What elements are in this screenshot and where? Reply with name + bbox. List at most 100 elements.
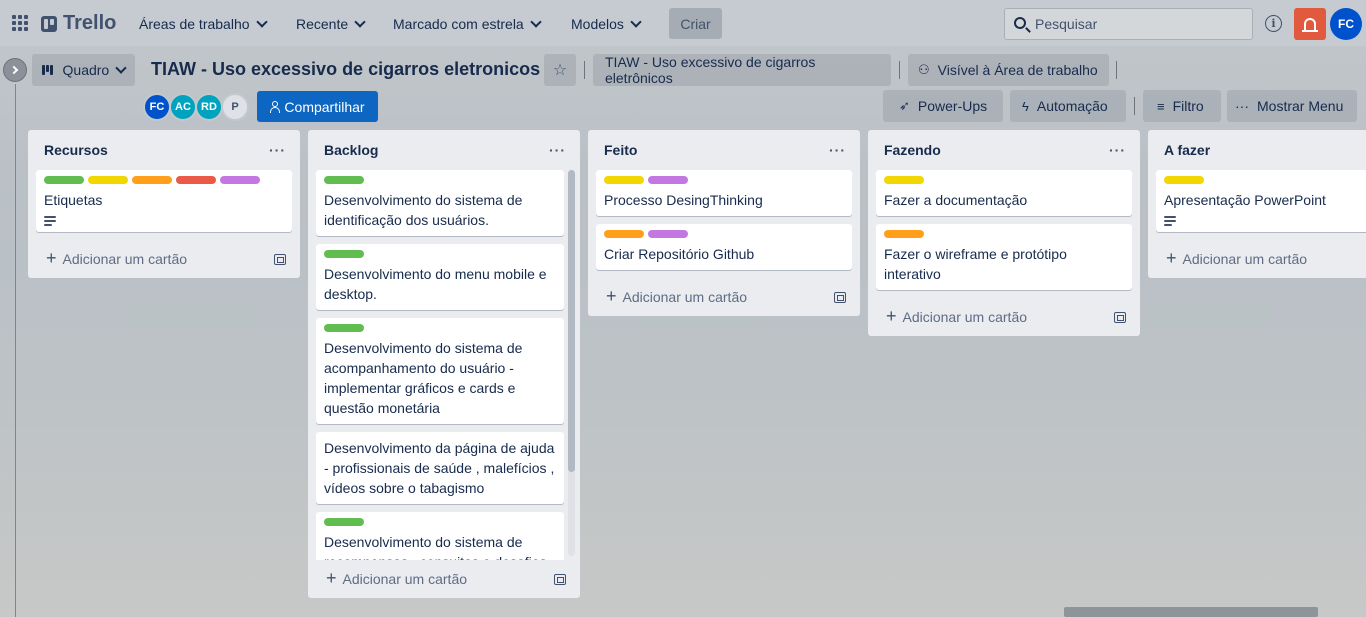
board-icon (42, 65, 55, 75)
card-title: Apresentação PowerPoint (1164, 192, 1326, 208)
card[interactable]: Apresentação PowerPoint (1156, 170, 1366, 232)
card[interactable]: Fazer o wireframe e protótipo interativo (876, 224, 1132, 290)
label-green[interactable] (324, 176, 364, 184)
label-yellow[interactable] (88, 176, 128, 184)
label-green[interactable] (324, 518, 364, 526)
card-template-icon[interactable] (1114, 311, 1126, 323)
share-button[interactable]: Compartilhar (257, 91, 378, 122)
menu-recent-label: Recente (296, 16, 349, 32)
rocket-icon: ➶ (899, 98, 910, 113)
list-title[interactable]: Recursos (44, 142, 108, 158)
list-title[interactable]: Backlog (324, 142, 378, 158)
label-green[interactable] (324, 250, 364, 258)
app-switcher-icon[interactable] (12, 15, 28, 31)
user-avatar[interactable]: FC (1330, 8, 1362, 40)
member-avatar[interactable]: FC (143, 93, 171, 121)
add-card-button[interactable]: + Adicionar um cartão (326, 568, 467, 589)
card-template-icon[interactable] (274, 253, 286, 265)
add-card-row: + Adicionar um cartão (308, 560, 580, 598)
member-avatar[interactable]: RD (195, 93, 223, 121)
share-label: Compartilhar (284, 98, 365, 115)
add-card-row: + Adicionar um cartão (868, 298, 1140, 336)
card-template-icon[interactable] (554, 573, 566, 585)
card-title: Fazer a documentação (884, 192, 1028, 208)
card[interactable]: Criar Repositório Github (596, 224, 852, 270)
label-yellow[interactable] (884, 176, 924, 184)
add-card-button[interactable]: + Adicionar um cartão (886, 306, 1028, 327)
visibility-button[interactable]: ⚇ Visível à Área de trabalho (908, 54, 1109, 86)
list-menu-icon[interactable]: ··· (1109, 142, 1126, 158)
label-orange[interactable] (604, 230, 644, 238)
notifications-button[interactable] (1294, 8, 1326, 40)
list-title[interactable]: A fazer (1164, 142, 1210, 158)
list-menu-icon[interactable]: ··· (829, 142, 846, 158)
member-avatar[interactable]: AC (169, 93, 197, 121)
card[interactable]: Desenvolvimento da página de ajuda - pro… (316, 432, 564, 504)
board-horizontal-scrollbar[interactable] (1064, 607, 1318, 617)
add-card-button[interactable]: + Adicionar um cartão (46, 247, 188, 269)
backlog-cards[interactable]: Desenvolvimento do sistema de identifica… (308, 170, 580, 560)
card[interactable]: Desenvolvimento do sistema de acompanham… (316, 318, 564, 424)
create-button[interactable]: Criar (669, 8, 722, 39)
member-avatar[interactable]: P (221, 93, 249, 121)
card[interactable]: Processo DesingThinking (596, 170, 852, 216)
show-menu-button[interactable]: ··· Mostrar Menu (1227, 90, 1357, 122)
board-title[interactable]: TIAW - Uso excessivo de cigarros eletron… (151, 59, 540, 80)
chevron-down-icon (630, 16, 642, 28)
menu-recent[interactable]: Recente (288, 9, 372, 39)
search-input[interactable]: Pesquisar (1004, 8, 1253, 40)
workspace-button[interactable]: TIAW - Uso excessivo de cigarros eletrôn… (593, 54, 891, 86)
card-labels (44, 176, 284, 184)
label-purple[interactable] (648, 176, 688, 184)
card[interactable]: Desenvolvimento do sistema de recompensa… (316, 512, 564, 560)
card[interactable]: Desenvolvimento do sistema de identifica… (316, 170, 564, 236)
card[interactable]: Etiquetas (36, 170, 292, 232)
label-yellow[interactable] (1164, 176, 1204, 184)
label-green[interactable] (324, 324, 364, 332)
menu-templates-label: Modelos (571, 16, 624, 32)
label-orange[interactable] (884, 230, 924, 238)
card[interactable]: Fazer a documentação (876, 170, 1132, 216)
list-title[interactable]: Feito (604, 142, 637, 158)
list-header[interactable]: Backlog ··· (308, 130, 580, 170)
star-button[interactable]: ☆ (544, 54, 576, 86)
scrollbar-thumb[interactable] (568, 170, 575, 472)
expand-sidebar-button[interactable] (3, 58, 27, 82)
powerups-button[interactable]: ➶ Power-Ups (883, 90, 1003, 122)
add-card-button[interactable]: + Adicionar um cartão (1166, 248, 1307, 269)
plus-icon: + (46, 247, 57, 268)
card-template-icon[interactable] (834, 291, 846, 303)
list-menu-icon[interactable]: ··· (549, 142, 566, 158)
label-purple[interactable] (648, 230, 688, 238)
label-red[interactable] (176, 176, 216, 184)
add-card-button[interactable]: + Adicionar um cartão (606, 286, 747, 307)
label-green[interactable] (44, 176, 84, 184)
list-menu-icon[interactable]: ··· (269, 142, 286, 158)
label-purple[interactable] (220, 176, 260, 184)
menu-workspaces[interactable]: Áreas de trabalho (131, 9, 274, 39)
add-card-label: Adicionar um cartão (62, 251, 188, 267)
filter-button[interactable]: ≡ Filtro (1143, 90, 1221, 122)
list-header[interactable]: A fazer (1148, 130, 1366, 170)
list-title[interactable]: Fazendo (884, 142, 941, 158)
lightning-icon: ϟ (1022, 98, 1029, 114)
menu-starred[interactable]: Marcado com estrela (385, 9, 548, 39)
card[interactable]: Desenvolvimento do menu mobile e desktop… (316, 244, 564, 310)
add-card-label: Adicionar um cartão (902, 309, 1028, 325)
add-card-row: + Adicionar um cartão (28, 240, 300, 278)
list-header[interactable]: Recursos ··· (28, 130, 300, 170)
divider (899, 61, 900, 79)
automation-button[interactable]: ϟ Automação (1010, 90, 1126, 122)
add-card-row: + Adicionar um cartão (588, 278, 860, 316)
trello-logo[interactable]: Trello (41, 12, 116, 35)
view-switcher-button[interactable]: Quadro (32, 54, 135, 86)
list-header[interactable]: Fazendo ··· (868, 130, 1140, 170)
label-orange[interactable] (132, 176, 172, 184)
people-icon: ⚇ (918, 62, 930, 77)
info-icon[interactable]: i (1265, 15, 1282, 32)
list-header[interactable]: Feito ··· (588, 130, 860, 170)
show-menu-label: Mostrar Menu (1257, 98, 1344, 114)
backlog-scrollbar[interactable] (568, 170, 575, 556)
menu-templates[interactable]: Modelos (563, 9, 648, 39)
label-yellow[interactable] (604, 176, 644, 184)
